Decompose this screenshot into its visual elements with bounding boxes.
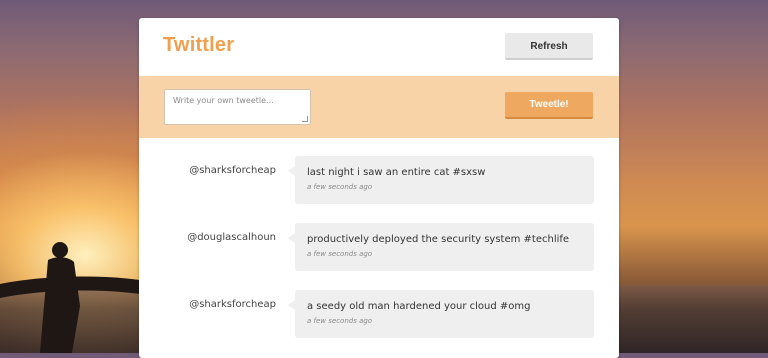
tweet-item: @sharksforcheap a seedy old man hardened… [139,290,619,340]
tweet-timestamp: a few seconds ago [307,250,373,258]
tweet-timestamp: a few seconds ago [307,183,373,191]
tweet-bubble: productively deployed the security syste… [288,223,594,271]
tweet-message: productively deployed the security syste… [307,234,570,245]
tweetle-button[interactable]: Tweetle! [505,92,593,119]
refresh-button[interactable]: Refresh [505,33,593,60]
tweet-username[interactable]: @sharksforcheap [189,165,276,176]
resize-grip-icon[interactable] [302,116,308,122]
tweet-bubble: last night i saw an entire cat #sxsw a f… [288,156,594,204]
surfer-silhouette-image [0,242,140,353]
composer-bar: Write your own tweetle... Tweetle! [139,76,619,138]
app-window: Twittler Refresh Write your own tweetle.… [139,18,619,358]
tweet-message: a seedy old man hardened your cloud #omg [307,301,531,312]
tweet-message: last night i saw an entire cat #sxsw [307,167,486,178]
tweet-input[interactable]: Write your own tweetle... [164,89,311,125]
tweet-timestamp: a few seconds ago [307,317,373,325]
tweet-bubble: a seedy old man hardened your cloud #omg… [288,290,594,338]
brand-title: Twittler [163,34,235,56]
tweet-item: @sharksforcheap last night i saw an enti… [139,156,619,206]
app-header: Twittler Refresh [139,18,619,76]
tweet-username[interactable]: @douglascalhoun [187,232,276,243]
tweet-username[interactable]: @sharksforcheap [189,299,276,310]
tweet-input-placeholder: Write your own tweetle... [173,96,274,105]
tweet-item: @douglascalhoun productively deployed th… [139,223,619,273]
